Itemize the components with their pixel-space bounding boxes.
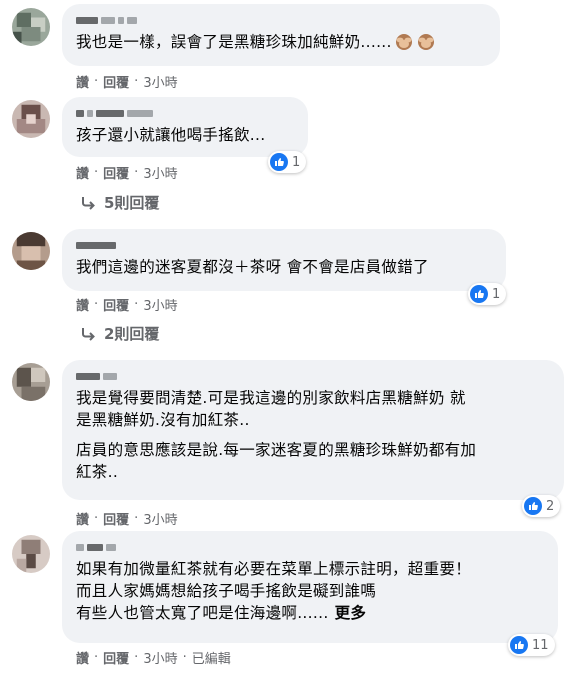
comment-actions: 讚 · 回覆 · 3小時	[76, 509, 178, 528]
comment-actions: 讚 · 回覆 · 3小時	[76, 295, 178, 314]
edited-label: 已編輯	[191, 652, 231, 667]
comment-bubble: 我也是一樣，誤會了是黑糖珍珠加純鮮奶......	[62, 4, 500, 66]
see-no-evil-monkey-emoji	[417, 34, 434, 50]
reply-action[interactable]: 回覆	[103, 72, 129, 91]
avatar-pixelated-image	[12, 100, 50, 138]
like-action[interactable]: 讚	[76, 509, 89, 528]
comment-text: 我是覺得要問清楚.可是我這邊的別家飲料店黑糖鮮奶 就 是黑糖鮮奶.沒有加紅茶..	[76, 389, 466, 429]
like-action[interactable]: 讚	[76, 648, 89, 667]
comment-text: 我也是一樣，誤會了是黑糖珍珠加純鮮奶......	[76, 31, 486, 53]
like-action[interactable]: 讚	[76, 295, 89, 314]
view-replies-link[interactable]: 2則回覆	[80, 323, 159, 344]
author-name-blurred[interactable]	[76, 12, 486, 28]
avatar[interactable]	[12, 232, 50, 270]
reaction-count[interactable]: 11	[508, 634, 555, 656]
timestamp[interactable]: 3小時	[143, 509, 177, 528]
comment-text: 孩子還小就讓他喝手搖飲...	[76, 126, 266, 144]
comment-bubble: 我們這邊的迷客夏都沒＋茶呀 會不會是店員做錯了	[62, 229, 506, 291]
see-no-evil-monkey-emoji	[395, 34, 412, 50]
avatar-pixelated-image	[12, 8, 50, 46]
like-action[interactable]: 讚	[76, 163, 89, 182]
avatar[interactable]	[12, 363, 50, 401]
timestamp[interactable]: 3小時	[143, 163, 177, 182]
like-icon	[510, 636, 528, 654]
reply-arrow-icon	[82, 327, 95, 341]
avatar-pixelated-image	[12, 535, 50, 573]
timestamp[interactable]: 3小時	[143, 648, 177, 667]
reply-action[interactable]: 回覆	[103, 163, 129, 182]
avatar[interactable]	[12, 535, 50, 573]
comment-bubble: 如果有加微量紅茶就有必要在菜單上標示註明，超重要！ 而且人家媽媽想給孩子喝手搖飲…	[62, 531, 558, 643]
comment-text: 我們這邊的迷客夏都沒＋茶呀 會不會是店員做錯了	[76, 258, 429, 276]
author-name-blurred[interactable]	[76, 105, 294, 121]
comment-actions: 讚 · 回覆 · 3小時	[76, 163, 178, 182]
author-name-blurred[interactable]	[76, 368, 550, 384]
author-name-blurred[interactable]	[76, 539, 544, 555]
comment-bubble: 我是覺得要問清楚.可是我這邊的別家飲料店黑糖鮮奶 就 是黑糖鮮奶.沒有加紅茶..…	[62, 360, 564, 500]
like-icon	[270, 153, 288, 171]
reaction-count[interactable]: 1	[268, 151, 307, 173]
view-replies-link[interactable]: 5則回覆	[80, 192, 159, 213]
like-icon	[470, 285, 488, 303]
reply-action[interactable]: 回覆	[103, 648, 129, 667]
reply-action[interactable]: 回覆	[103, 295, 129, 314]
like-action[interactable]: 讚	[76, 72, 89, 91]
avatar[interactable]	[12, 8, 50, 46]
comment-actions: 讚 · 回覆 · 3小時 · 已編輯	[76, 648, 231, 667]
reaction-count[interactable]: 2	[522, 495, 561, 517]
avatar-pixelated-image	[12, 232, 50, 270]
avatar[interactable]	[12, 100, 50, 138]
reply-action[interactable]: 回覆	[103, 509, 129, 528]
avatar-pixelated-image	[12, 363, 50, 401]
see-more-link[interactable]: 更多	[335, 604, 367, 622]
reply-arrow-icon	[82, 196, 95, 210]
timestamp[interactable]: 3小時	[143, 295, 177, 314]
comment-text: 如果有加微量紅茶就有必要在菜單上標示註明，超重要！ 而且人家媽媽想給孩子喝手搖飲…	[76, 560, 472, 622]
timestamp[interactable]: 3小時	[143, 72, 177, 91]
comment-bubble: 孩子還小就讓他喝手搖飲...	[62, 97, 308, 157]
comment-actions: 讚 · 回覆 · 3小時	[76, 72, 178, 91]
like-icon	[524, 497, 542, 515]
comment-text: 店員的意思應該是說.每一家迷客夏的黑糖珍珠鮮奶都有加 紅茶..	[76, 441, 477, 481]
author-name-blurred[interactable]	[76, 237, 492, 253]
reaction-count[interactable]: 1	[468, 283, 507, 305]
